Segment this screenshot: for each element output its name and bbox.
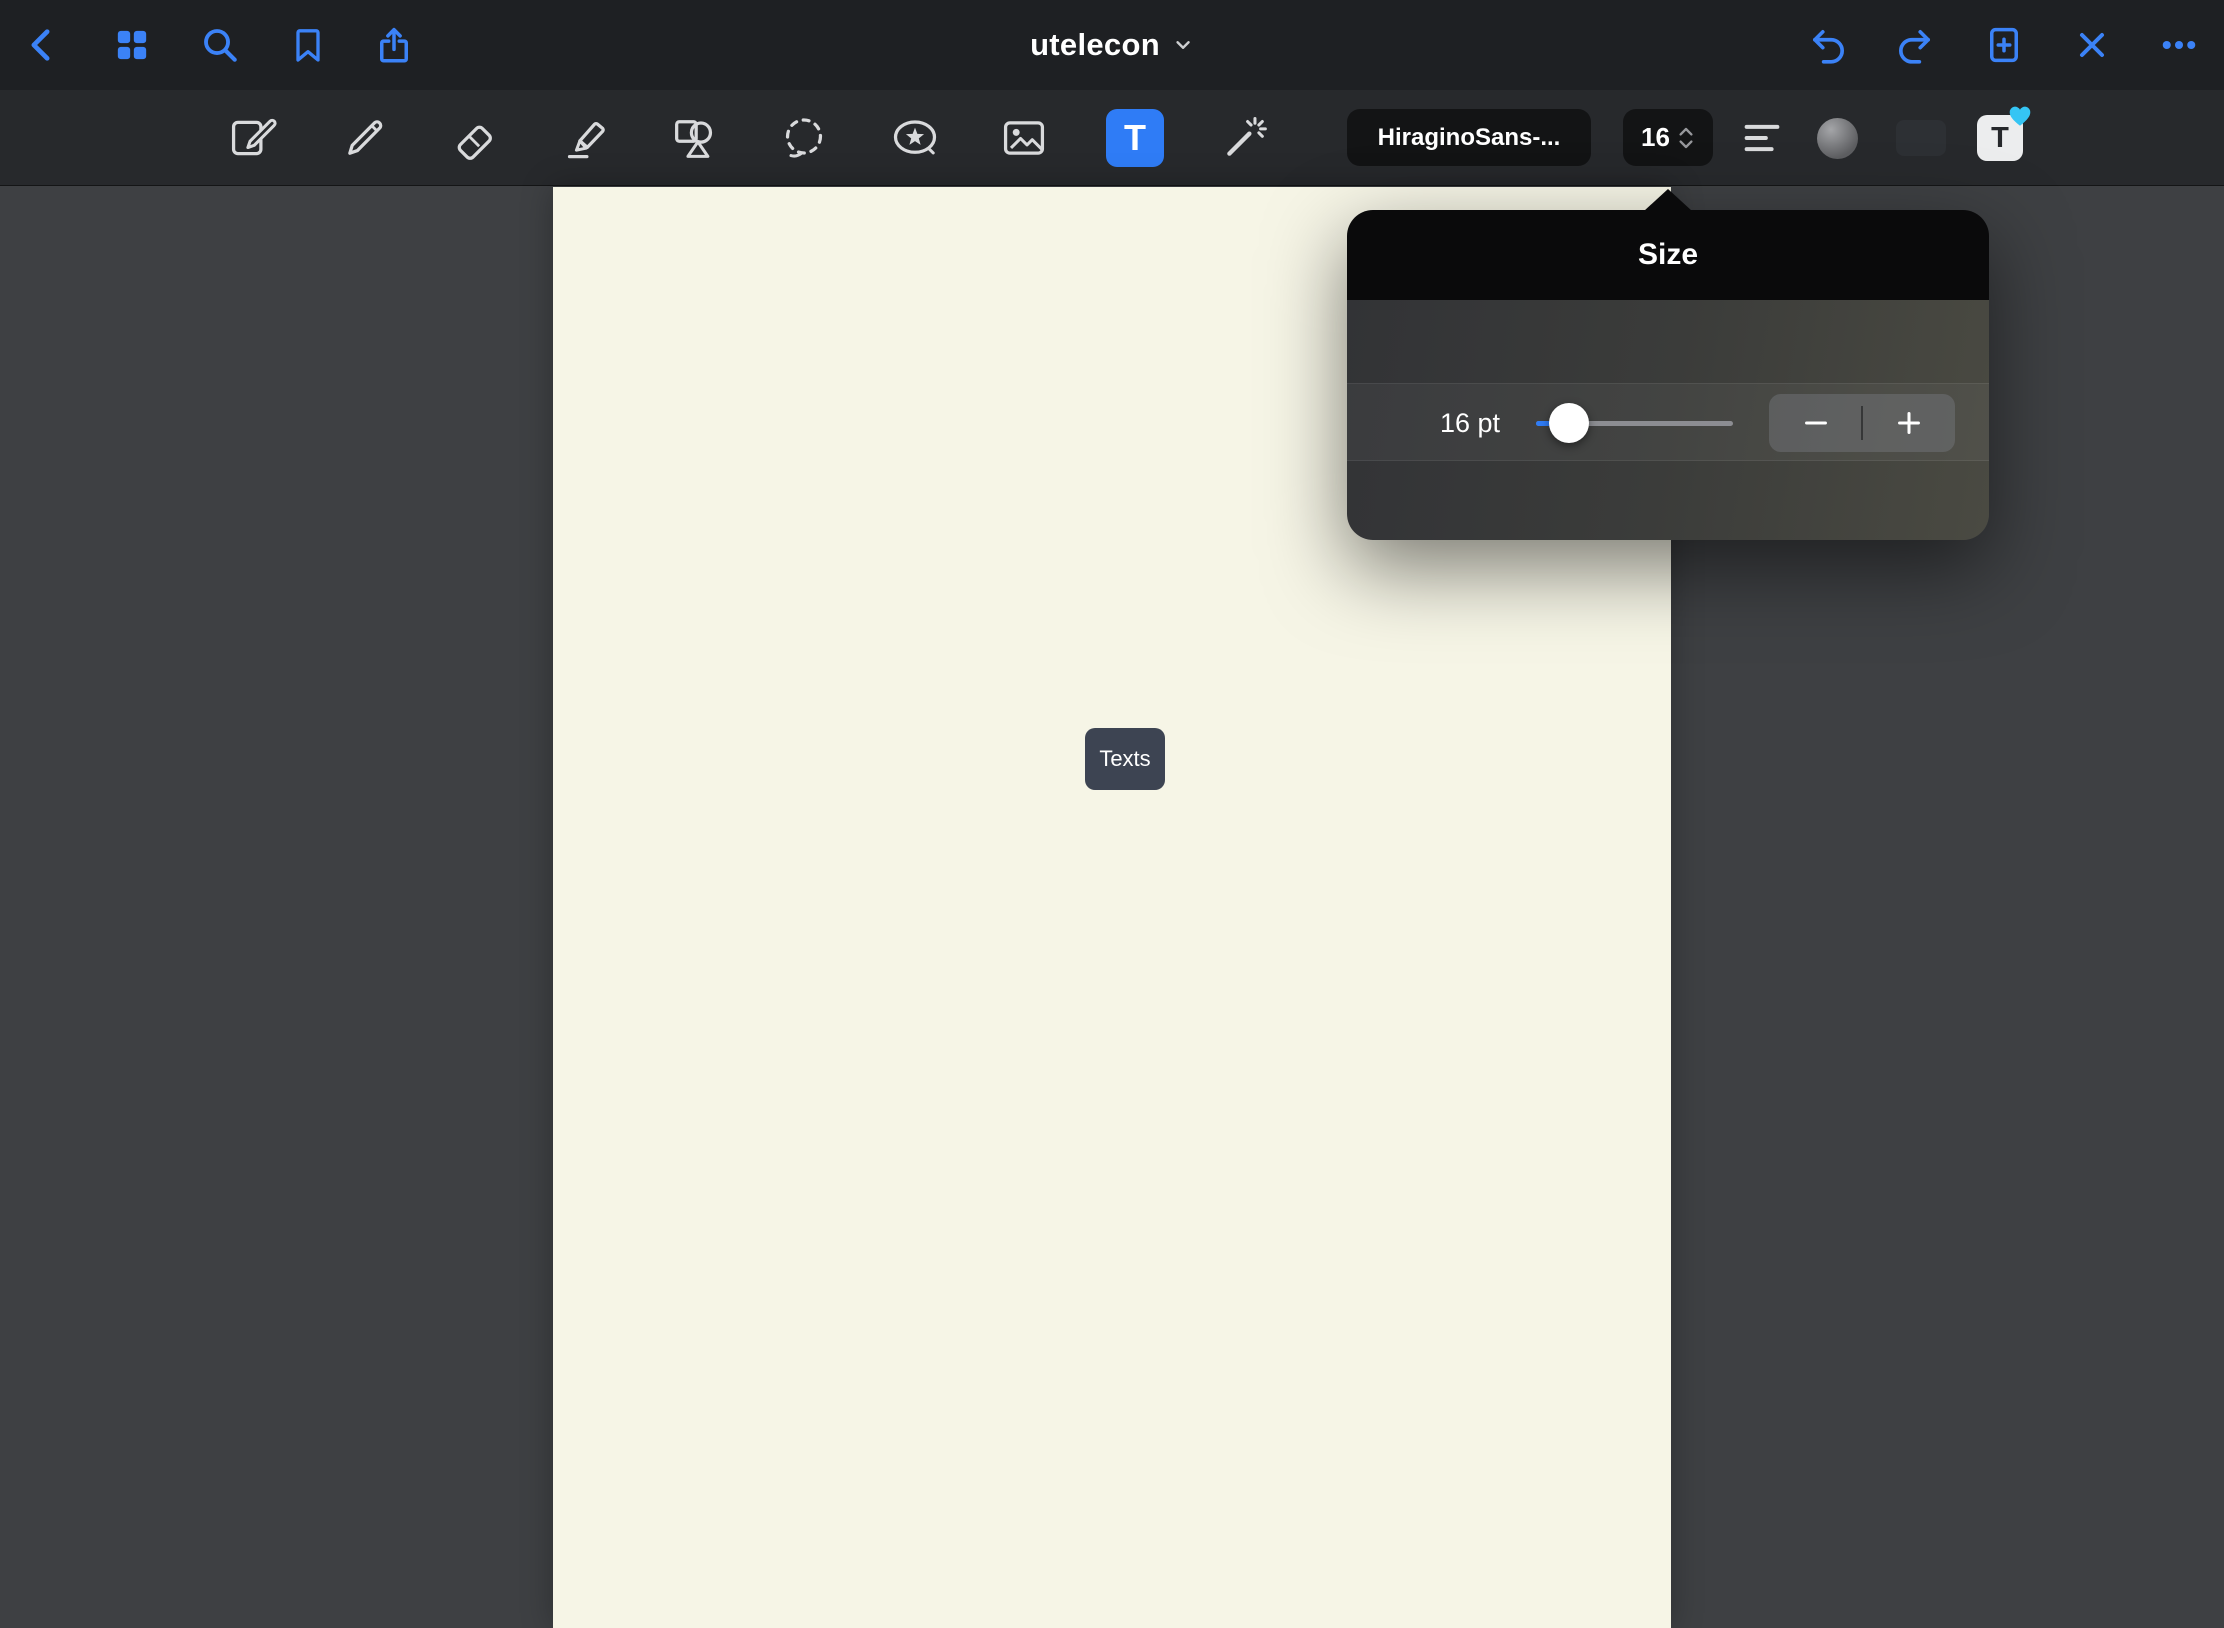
highlighter-icon (560, 112, 612, 164)
text-tool-icon: T (1124, 117, 1146, 159)
tool-text-selected[interactable]: T (1106, 109, 1164, 167)
color-swatch-button[interactable] (1809, 110, 1865, 166)
color-swatch-icon (1817, 118, 1858, 159)
elements-sticker-icon (889, 112, 941, 164)
tool-document-edit[interactable] (224, 110, 280, 166)
stepper-divider (1861, 406, 1863, 440)
tool-shapes[interactable] (666, 110, 722, 166)
increase-size-button[interactable] (1862, 394, 1955, 452)
text-style-icon: T (1977, 115, 2023, 161)
grid-icon (112, 25, 152, 65)
document-title-button[interactable]: utelecon (1030, 0, 1194, 90)
size-value-label: 16 pt (1407, 384, 1500, 462)
tool-eraser[interactable] (447, 110, 503, 166)
search-icon (199, 24, 241, 66)
tool-image[interactable] (996, 110, 1052, 166)
minus-icon (1799, 406, 1833, 440)
close-icon (2072, 25, 2112, 65)
text-align-icon (1739, 115, 1785, 161)
text-align-button[interactable] (1734, 110, 1790, 166)
shapes-icon (668, 112, 720, 164)
top-navigation-bar: utelecon (0, 0, 2224, 90)
heart-icon (2007, 104, 2033, 128)
more-button[interactable] (2151, 17, 2207, 73)
font-button[interactable]: HiraginoSans-... (1347, 109, 1591, 166)
canvas-text-object[interactable]: Texts (1085, 728, 1165, 790)
size-popover-title: Size (1638, 238, 1698, 272)
share-icon (373, 24, 415, 66)
redo-icon (1894, 24, 1936, 66)
canvas-text-object-label: Texts (1099, 746, 1150, 772)
tool-pen[interactable] (337, 110, 393, 166)
size-button[interactable]: 16 (1623, 109, 1713, 166)
undo-icon (1807, 24, 1849, 66)
tool-highlighter[interactable] (558, 110, 614, 166)
size-popover-body: 16 pt (1347, 300, 1989, 540)
page-title: utelecon (1030, 27, 1160, 63)
share-button[interactable] (366, 17, 422, 73)
chevron-left-icon (23, 25, 63, 65)
add-page-icon (1983, 24, 2025, 66)
undo-button[interactable] (1800, 17, 1856, 73)
size-slider-thumb[interactable] (1549, 403, 1589, 443)
image-icon (998, 112, 1050, 164)
add-page-button[interactable] (1976, 17, 2032, 73)
chevron-down-icon (1172, 34, 1194, 56)
decrease-size-button[interactable] (1769, 394, 1862, 452)
bookmark-button[interactable] (280, 17, 336, 73)
tool-lasso[interactable] (776, 110, 832, 166)
laser-pointer-icon (1219, 112, 1271, 164)
more-icon (2158, 24, 2200, 66)
popover-arrow (1644, 189, 1692, 211)
size-popover: Size 16 pt (1347, 210, 1989, 540)
plus-icon (1892, 406, 1926, 440)
tool-elements[interactable] (887, 110, 943, 166)
bookmark-icon (288, 25, 328, 65)
thumbnails-button[interactable] (104, 17, 160, 73)
chevron-up-down-icon (1677, 125, 1695, 151)
size-button-label: 16 (1641, 122, 1670, 153)
close-button[interactable] (2064, 17, 2120, 73)
font-button-label: HiraginoSans-... (1378, 124, 1561, 152)
text-style-favorites-button[interactable]: T (1972, 110, 2028, 166)
search-button[interactable] (192, 17, 248, 73)
background-swatch[interactable] (1896, 120, 1946, 156)
eraser-icon (449, 112, 501, 164)
editing-toolbar: T HiraginoSans-... 16 T (0, 90, 2224, 186)
lasso-icon (778, 112, 830, 164)
pen-icon (339, 112, 391, 164)
size-stepper (1769, 394, 1955, 452)
size-popover-header: Size (1347, 210, 1989, 300)
tool-laser-pointer[interactable] (1217, 110, 1273, 166)
size-slider[interactable] (1536, 384, 1733, 462)
document-edit-icon (226, 112, 278, 164)
size-slider-row: 16 pt (1347, 383, 1989, 461)
back-button[interactable] (15, 17, 71, 73)
redo-button[interactable] (1887, 17, 1943, 73)
